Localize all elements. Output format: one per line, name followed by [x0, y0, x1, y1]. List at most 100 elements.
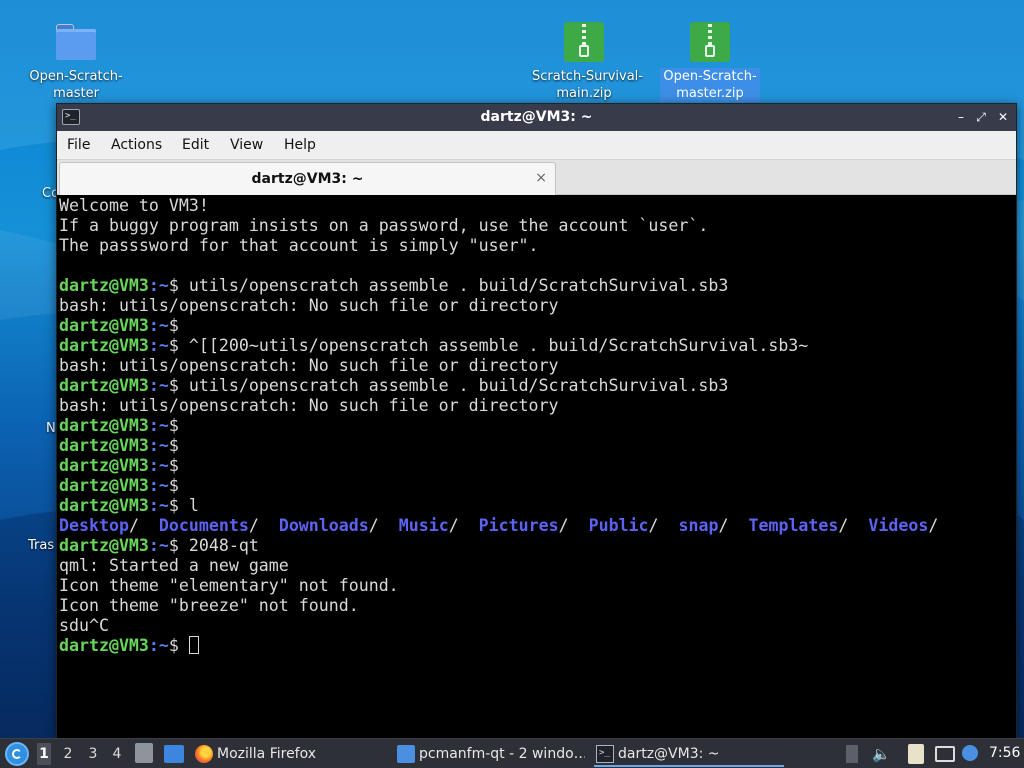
folder-icon [397, 745, 415, 763]
archive-icon [690, 22, 730, 62]
prompt-symbol: $ [168, 276, 189, 295]
terminal-line: bash: utils/openscratch: No such file or… [59, 396, 1016, 416]
workspace-1[interactable]: 1 [37, 743, 51, 765]
clock[interactable]: 7:56 [989, 745, 1020, 761]
prompt-path: :~ [148, 376, 169, 395]
prompt-symbol: $ [168, 416, 189, 435]
tab-label: dartz@VM3: ~ [251, 171, 364, 187]
prompt-path: :~ [148, 436, 169, 455]
menu-bar: File Actions Edit View Help [57, 131, 1016, 160]
prompt-symbol: $ [168, 456, 189, 475]
directory-entry: Desktop [59, 516, 129, 535]
task-label: dartz@VM3: ~ [618, 746, 720, 762]
directory-entry: Public [588, 516, 649, 535]
terminal-text: The passsword for that account is simply… [59, 236, 539, 255]
prompt-path: :~ [148, 276, 169, 295]
firefox-icon [195, 745, 213, 763]
terminal-line: dartz@VM3:~$ [59, 456, 1016, 476]
path-separator: / [718, 516, 749, 535]
terminal-window[interactable]: >_ dartz@VM3: ~ – ⤢ ✕ File Actions Edit … [56, 103, 1017, 739]
trash-icon[interactable] [135, 743, 153, 763]
task-label: pcmanfm-qt - 2 windo… [419, 746, 585, 762]
path-separator: / [558, 516, 589, 535]
scroll-up-icon[interactable] [846, 745, 858, 763]
task-terminal[interactable]: >_ dartz@VM3: ~ [594, 741, 784, 767]
command-text: utils/openscratch assemble . build/Scrat… [188, 276, 729, 295]
archive-icon [564, 22, 604, 62]
prompt-user: dartz@VM3 [59, 316, 149, 335]
desktop-icon-label-partial[interactable]: N [46, 421, 56, 436]
clipboard-icon[interactable] [908, 744, 924, 764]
prompt-user: dartz@VM3 [59, 276, 149, 295]
prompt-symbol: $ [168, 336, 189, 355]
desktop-icon-open-scratch-master[interactable]: Open-Scratch- master [24, 22, 128, 102]
workspace-3[interactable]: 3 [86, 746, 100, 768]
directory-entry: Videos [868, 516, 929, 535]
prompt-path: :~ [148, 316, 169, 335]
terminal-line: The passsword for that account is simply… [59, 236, 1016, 256]
tab-terminal[interactable]: dartz@VM3: ~ × [59, 162, 556, 195]
restore-button[interactable]: ⤢ [972, 108, 990, 126]
terminal-text: If a buggy program insists on a password… [59, 216, 709, 235]
text-cursor[interactable] [188, 636, 199, 654]
folder-icon [56, 22, 96, 62]
path-separator: / [648, 516, 679, 535]
directory-entry: Music [398, 516, 449, 535]
command-text: ^[[200~utils/openscratch assemble . buil… [188, 336, 809, 355]
menu-file[interactable]: File [67, 137, 90, 153]
menu-help[interactable]: Help [284, 137, 316, 153]
command-text: 2048-qt [188, 536, 259, 555]
terminal-output[interactable]: Welcome to VM3! If a buggy program insist… [57, 195, 1016, 738]
terminal-text: Icon theme "elementary" not found. [59, 576, 399, 595]
prompt-user: dartz@VM3 [59, 496, 149, 515]
task-pcmanfm[interactable]: pcmanfm-qt - 2 windo… [395, 741, 585, 767]
prompt-path: :~ [148, 636, 169, 655]
menu-actions[interactable]: Actions [111, 137, 162, 153]
prompt-path: :~ [148, 456, 169, 475]
show-desktop-icon[interactable] [164, 745, 184, 763]
update-notifier-icon[interactable] [962, 745, 978, 761]
menu-view[interactable]: View [230, 137, 263, 153]
tab-close-icon[interactable]: × [535, 170, 547, 186]
terminal-text: Welcome to VM3! [59, 196, 209, 215]
prompt-symbol: $ [168, 436, 189, 455]
command-text: l [188, 496, 199, 515]
prompt-symbol: $ [168, 376, 189, 395]
workspace-4[interactable]: 4 [110, 746, 124, 768]
prompt-symbol: $ [168, 476, 189, 495]
terminal-line: bash: utils/openscratch: No such file or… [59, 356, 1016, 376]
path-separator: / [368, 516, 399, 535]
menu-edit[interactable]: Edit [182, 137, 209, 153]
desktop-icon-label-partial[interactable]: Tras [28, 538, 54, 553]
start-menu-button[interactable] [5, 742, 29, 766]
desktop-icon-scratch-survival-zip[interactable]: Scratch-Survival- main.zip [532, 22, 643, 102]
prompt-path: :~ [148, 336, 169, 355]
volume-icon[interactable]: 🔈 [872, 745, 891, 763]
desktop-icon-label: Scratch-Survival- main.zip [532, 69, 643, 101]
close-button[interactable]: ✕ [994, 108, 1012, 126]
terminal-line: dartz@VM3:~$ 2048-qt [59, 536, 1016, 556]
prompt-symbol: $ [168, 636, 189, 655]
directory-entry: snap [678, 516, 719, 535]
window-title: dartz@VM3: ~ [480, 109, 593, 125]
prompt-path: :~ [148, 496, 169, 515]
prompt-user: dartz@VM3 [59, 376, 149, 395]
terminal-line: sdu^C [59, 616, 1016, 636]
network-icon[interactable] [935, 746, 955, 762]
task-firefox[interactable]: Mozilla Firefox [193, 741, 383, 767]
path-separator: / [838, 516, 869, 535]
desktop-icon-label: Open-Scratch- master.zip [660, 68, 760, 102]
workspace-2[interactable]: 2 [61, 746, 75, 768]
terminal-line: dartz@VM3:~$ [59, 316, 1016, 336]
directory-entry: Pictures [478, 516, 559, 535]
terminal-icon: >_ [596, 745, 614, 763]
terminal-line: qml: Started a new game [59, 556, 1016, 576]
window-titlebar[interactable]: >_ dartz@VM3: ~ – ⤢ ✕ [57, 104, 1016, 131]
path-separator: / [248, 516, 279, 535]
terminal-line: Welcome to VM3! [59, 196, 1016, 216]
desktop-icon-open-scratch-master-zip[interactable]: Open-Scratch- master.zip [658, 22, 762, 102]
minimize-button[interactable]: – [952, 108, 970, 126]
directory-entry: Documents [158, 516, 249, 535]
directory-entry: Templates [748, 516, 839, 535]
